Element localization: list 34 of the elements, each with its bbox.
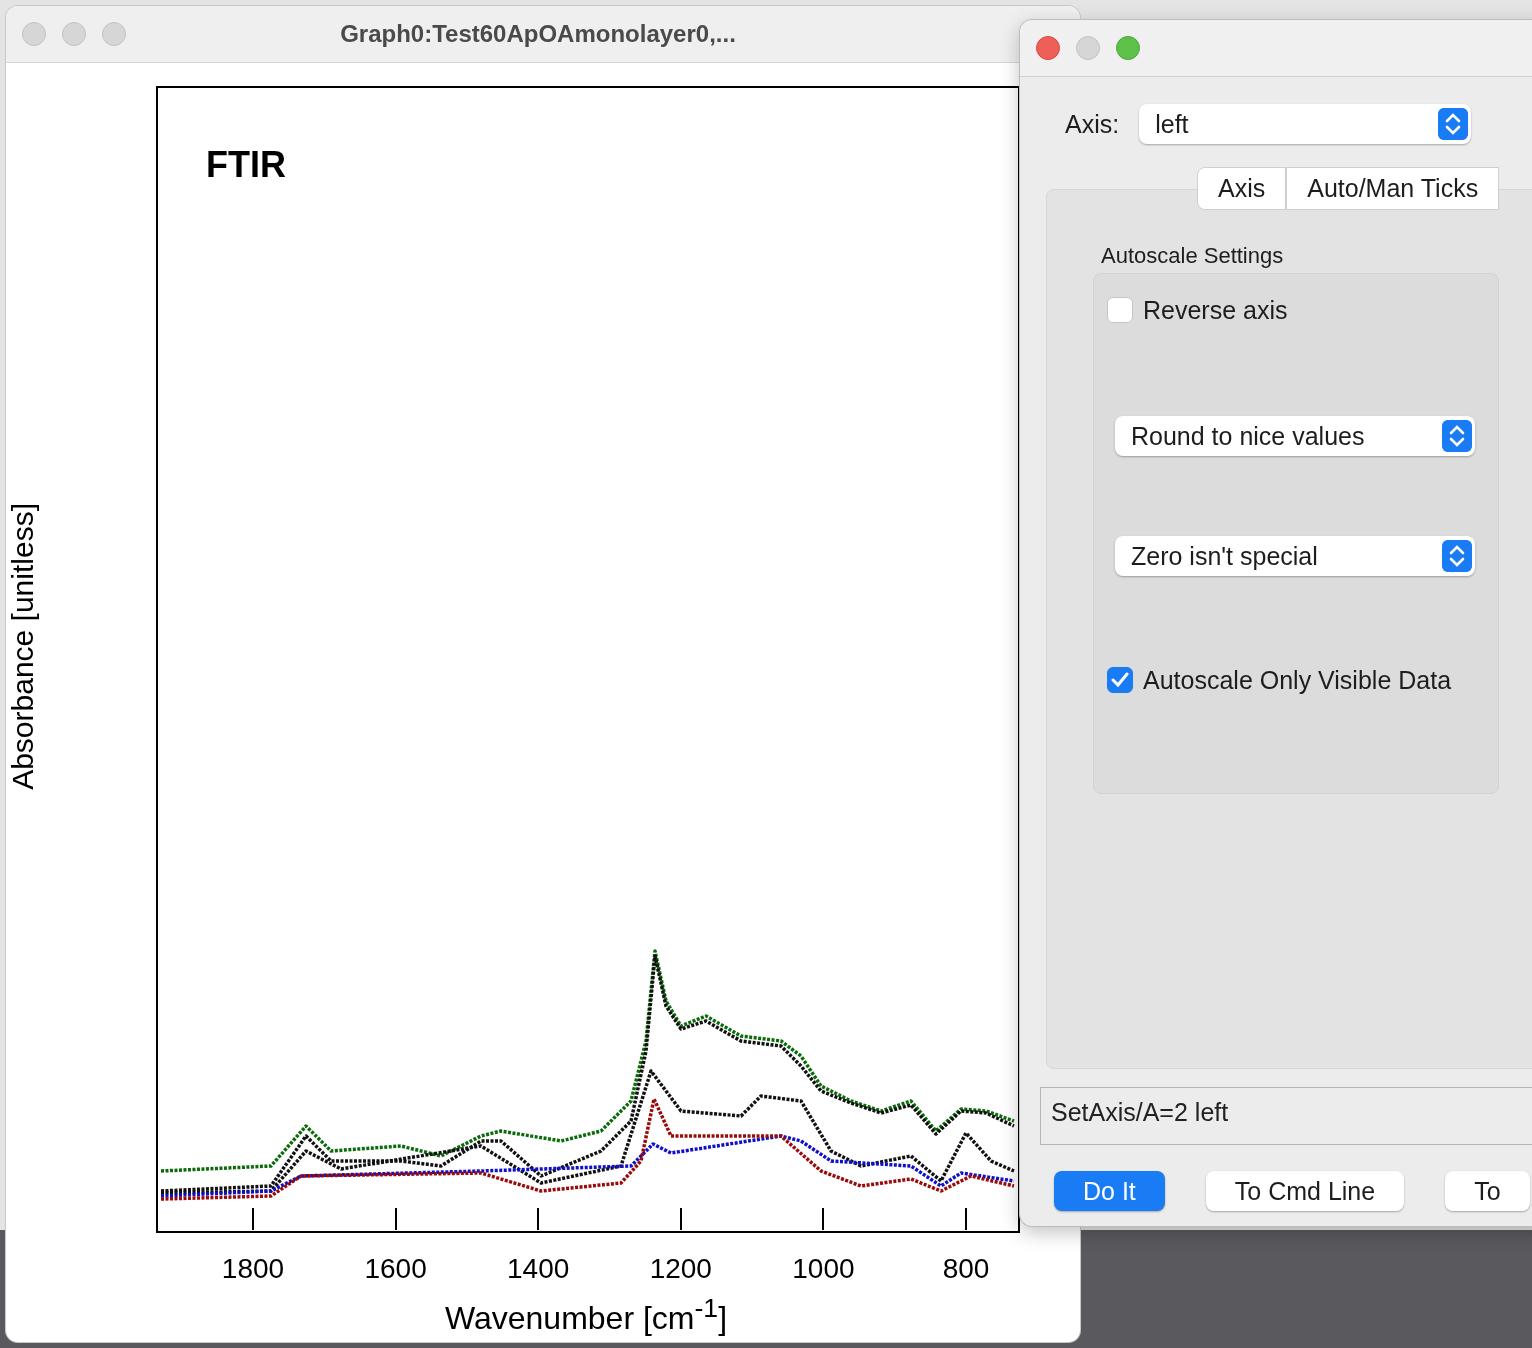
button[interactable]: To Cmd Line [1205,1171,1405,1211]
command-field[interactable]: SetAxis/A=2 left [1040,1087,1532,1145]
group-title: Autoscale Settings [1101,243,1285,269]
tick-label: 1000 [792,1253,855,1285]
dropdown[interactable]: Zero isn't special [1115,536,1475,576]
minimize-icon[interactable] [62,22,86,46]
dropdown[interactable]: Round to nice values [1115,416,1475,456]
stepper-icon [1438,108,1469,140]
zoom-icon[interactable] [1116,36,1140,60]
checkbox-label[interactable]: Autoscale Only Visible Data [1143,665,1452,695]
plot-title: FTIR [206,144,286,186]
close-icon[interactable] [22,22,46,46]
minimize-icon[interactable] [1076,36,1100,60]
tick-label: 800 [942,1253,990,1285]
axis-label: Absorbance [unitless] [6,503,40,790]
stepper-icon [1442,540,1472,572]
axis-label: Wavenumber [cm$^{-1}$] [444,1293,728,1337]
tick-label: 1400 [507,1253,570,1285]
button[interactable]: To [1445,1171,1530,1211]
tick-label: 1200 [649,1253,712,1285]
checkbox[interactable] [1107,667,1133,693]
tick-label: 1600 [364,1253,427,1285]
stepper-icon [1442,420,1472,452]
zoom-icon[interactable] [102,22,126,46]
tab[interactable]: Axis [1197,167,1287,210]
close-icon[interactable] [1036,36,1060,60]
field-label: Axis: [1065,109,1120,139]
checkbox-label[interactable]: Reverse axis [1143,295,1288,325]
axis-dropdown[interactable]: left [1139,104,1472,144]
checkbox[interactable] [1107,297,1133,323]
tab[interactable]: Auto/Man Ticks [1286,167,1500,210]
tick-label: 1800 [221,1253,285,1285]
button[interactable]: Do It [1054,1171,1165,1211]
window-title: Graph0:Test60ApOAmonolayer0,... [339,20,737,48]
